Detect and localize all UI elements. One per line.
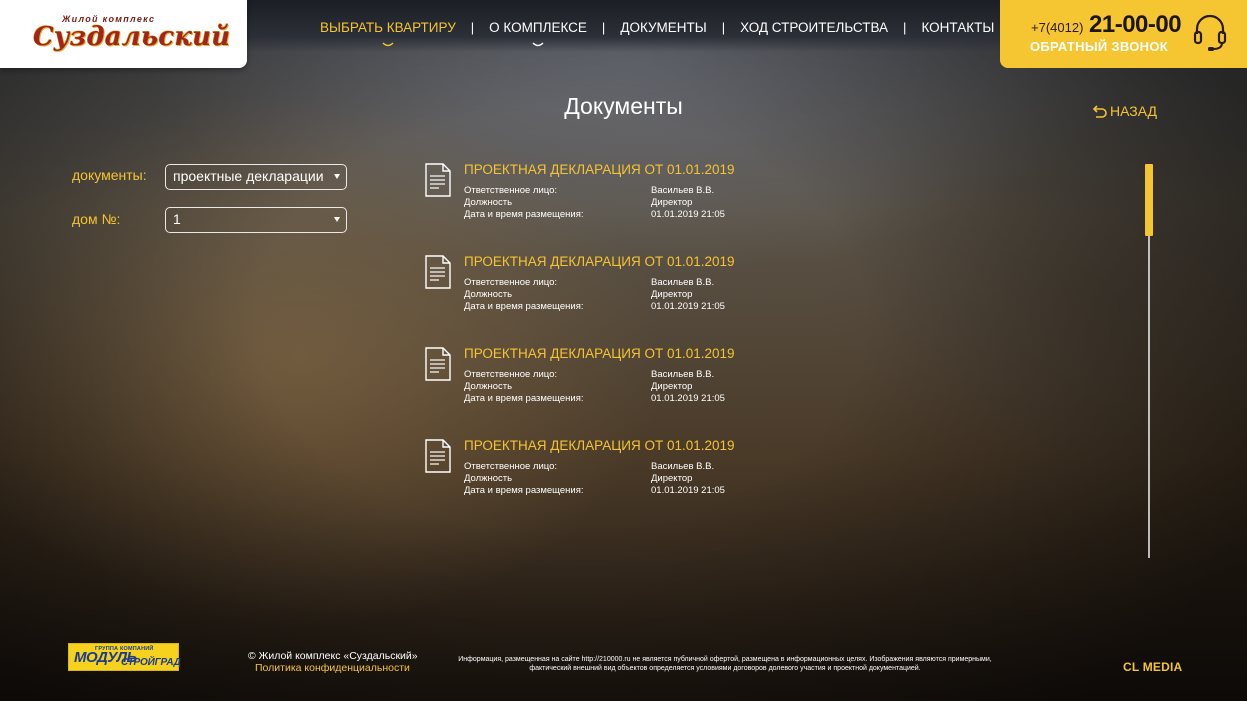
nav-separator: | [721, 19, 726, 35]
document-field-value: Директор [651, 289, 693, 300]
copyright: © Жилой комплекс «Суздальский» [248, 650, 418, 662]
document-icon[interactable] [424, 163, 452, 197]
document-field-label: Ответственное лицо: [464, 369, 558, 380]
house-select-value: 1 [173, 211, 181, 227]
scrollbar-thumb[interactable] [1145, 164, 1153, 236]
document-item: ПРОЕКТНАЯ ДЕКЛАРАЦИЯ ОТ 01.01.2019 Ответс… [424, 346, 784, 419]
document-item: ПРОЕКТНАЯ ДЕКЛАРАЦИЯ ОТ 01.01.2019 Ответс… [424, 254, 784, 327]
document-field-value: 01.01.2019 21:05 [651, 393, 725, 404]
nav-item-label: ДОКУМЕНТЫ [620, 19, 707, 35]
nav-item-3[interactable]: ДОКУМЕНТЫ [620, 20, 706, 35]
nav-separator: | [470, 19, 475, 35]
nav-item-label: ХОД СТРОИТЕЛЬСТВА [740, 19, 889, 35]
document-item: ПРОЕКТНАЯ ДЕКЛАРАЦИЯ ОТ 01.01.2019 Ответс… [424, 162, 784, 235]
nav-item-label: ВЫБРАТЬ КВАРТИРУ [320, 19, 456, 35]
nav-item-1[interactable]: ВЫБРАТЬ КВАРТИРУ [320, 19, 456, 46]
document-field-value: Директор [651, 197, 693, 208]
document-title-link[interactable]: ПРОЕКТНАЯ ДЕКЛАРАЦИЯ ОТ 01.01.2019 [464, 438, 735, 453]
partner-logo-name-2: СТРОЙГРАД [121, 657, 181, 668]
document-field-label: Должность [464, 473, 513, 484]
document-icon[interactable] [424, 347, 452, 381]
disclaimer: Информация, размещенная на сайте http://… [458, 656, 992, 672]
callback-button[interactable]: ОБРАТНЫЙ ЗВОНОК [1030, 39, 1168, 54]
nav-item-4[interactable]: ХОД СТРОИТЕЛЬСТВА [740, 20, 888, 35]
document-field-value: 01.01.2019 21:05 [651, 301, 725, 312]
document-field-value: Васильев В.В. [651, 277, 715, 288]
page-title: Документы [564, 93, 683, 119]
nav-item-label: О КОМПЛЕКСЕ [489, 19, 587, 35]
document-field-label: Должность [464, 197, 513, 208]
agency-link[interactable]: CL MEDIA [1123, 660, 1182, 674]
site-logo[interactable]: Жилой комплекс Суздальский [0, 0, 247, 68]
document-field-label: Дата и время размещения: [464, 301, 584, 312]
document-icon[interactable] [424, 439, 452, 473]
phone-code: +7(4012) [1031, 20, 1084, 35]
nav-item-2[interactable]: О КОМПЛЕКСЕ [489, 19, 587, 46]
nav-separator: | [903, 19, 907, 35]
document-title-link[interactable]: ПРОЕКТНАЯ ДЕКЛАРАЦИЯ ОТ 01.01.2019 [464, 162, 735, 177]
logo-title: Суздальский [33, 22, 231, 52]
main-nav: ВЫБРАТЬ КВАРТИРУ | О КОМПЛЕКСЕ | ДОКУМЕНТЫ | Х… [320, 17, 994, 46]
nav-separator: | [601, 19, 606, 35]
document-item: ПРОЕКТНАЯ ДЕКЛАРАЦИЯ ОТ 01.01.2019 Ответс… [424, 438, 784, 511]
privacy-policy-link[interactable]: Политика конфиденциальности [255, 662, 410, 674]
document-field-label: Ответственное лицо: [464, 461, 558, 472]
select-arrow-icon [334, 217, 340, 222]
document-field-label: Дата и время размещения: [464, 485, 584, 496]
document-title-link[interactable]: ПРОЕКТНАЯ ДЕКЛАРАЦИЯ ОТ 01.01.2019 [464, 254, 735, 269]
document-field-value: Васильев В.В. [651, 461, 715, 472]
house-select[interactable]: 1 [165, 207, 347, 233]
chevron-down-icon [382, 41, 394, 46]
document-field-value: Васильев В.В. [651, 369, 715, 380]
phone-number[interactable]: 21-00-00 [1089, 11, 1182, 39]
document-field-label: Должность [464, 381, 513, 392]
chevron-down-icon [532, 41, 544, 46]
partner-logo[interactable]: ГРУППА КОМПАНИЙ МОДУЛЬ СТРОЙГРАД [68, 643, 181, 671]
nav-item-label: КОНТАКТЫ [921, 19, 995, 35]
select-arrow-icon [334, 174, 340, 179]
document-field-value: Васильев В.В. [651, 185, 715, 196]
document-icon[interactable] [424, 255, 452, 289]
document-title-link[interactable]: ПРОЕКТНАЯ ДЕКЛАРАЦИЯ ОТ 01.01.2019 [464, 346, 735, 361]
documents-select[interactable]: проектные декларации [165, 164, 347, 190]
nav-item-5[interactable]: КОНТАКТЫ [921, 20, 994, 35]
document-field-label: Ответственное лицо: [464, 277, 558, 288]
document-field-label: Дата и время размещения: [464, 209, 584, 220]
documents-filter-label: документы: [72, 167, 147, 183]
back-label: НАЗАД [1110, 103, 1158, 119]
document-field-label: Должность [464, 289, 513, 300]
back-button[interactable]: НАЗАД [1093, 103, 1157, 119]
document-field-label: Дата и время размещения: [464, 393, 584, 404]
document-field-value: Директор [651, 473, 693, 484]
house-filter-label: дом №: [72, 211, 121, 227]
document-field-value: 01.01.2019 21:05 [651, 485, 725, 496]
back-arrow-icon [1093, 105, 1107, 118]
document-field-label: Ответственное лицо: [464, 185, 558, 196]
document-field-value: 01.01.2019 21:05 [651, 209, 725, 220]
documents-select-value: проектные декларации [173, 168, 324, 184]
document-field-value: Директор [651, 381, 693, 392]
headset-icon[interactable] [1193, 14, 1227, 52]
phone-block: +7(4012) 21-00-00 ОБРАТНЫЙ ЗВОНОК [1000, 0, 1247, 68]
